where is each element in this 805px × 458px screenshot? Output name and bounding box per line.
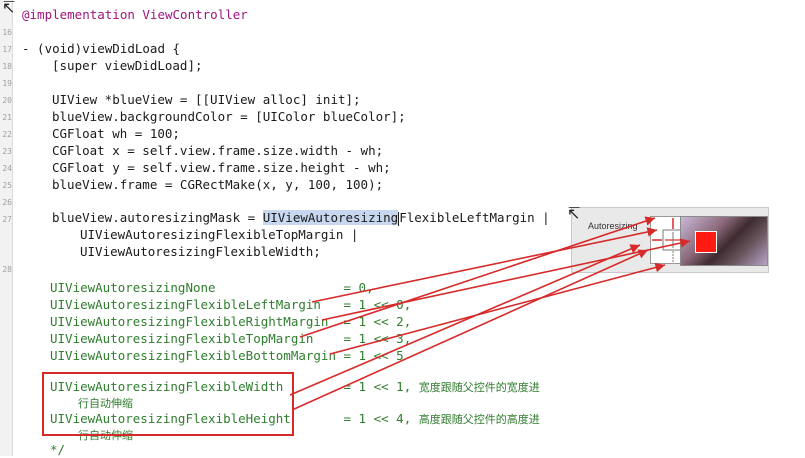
arrow-right-margin [321, 238, 691, 321]
cursor-arrow-icon: ↸ [567, 204, 581, 223]
annotation-arrows [289, 216, 691, 411]
arrow-left-margin [311, 227, 658, 303]
arrow-flexible-height [291, 249, 649, 411]
arrow-top-margin [299, 216, 656, 338]
arrow-flexible-width [289, 244, 641, 396]
cursor-arrow-icon: ↸ [2, 0, 16, 17]
